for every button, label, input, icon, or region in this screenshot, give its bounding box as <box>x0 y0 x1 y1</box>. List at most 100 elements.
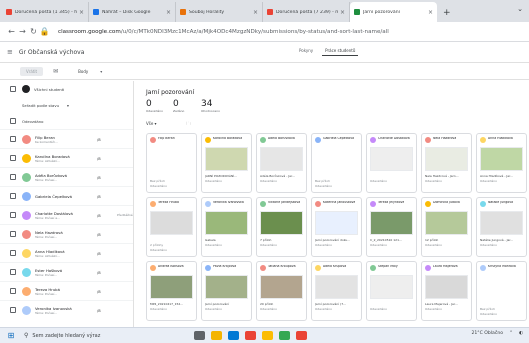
student-grade[interactable]: /8 <box>97 175 117 180</box>
section-checkbox[interactable] <box>10 118 16 124</box>
tab-instructions[interactable]: Pokyny <box>296 46 316 56</box>
submission-card[interactable]: Adéla Borůvková Adéla Borůvková - Jar... O… <box>256 133 307 193</box>
submission-card[interactable]: Pavla Krajčová Jarní pozorování Odevzdáno <box>201 261 252 321</box>
student-grade[interactable]: /8 <box>97 213 117 218</box>
attachment-thumbnail[interactable] <box>480 147 523 171</box>
folder-icon[interactable]: 🗀 <box>187 121 191 128</box>
attachment-thumbnail[interactable] <box>205 147 248 171</box>
forward-icon[interactable]: → <box>17 27 28 36</box>
student-checkbox[interactable] <box>10 288 16 294</box>
submission-card[interactable]: Veronika Ivanovská Gabela Odevzdáno <box>201 197 252 257</box>
student-row[interactable]: Adéla Borůvková Téma: Počasí.../8 <box>0 167 133 186</box>
new-tab-button[interactable]: + <box>443 8 451 18</box>
student-grade[interactable]: /8 <box>97 156 117 161</box>
browser-tab[interactable]: Doručená pošta (1 345) - hr... × <box>2 2 89 22</box>
student-checkbox[interactable] <box>10 307 16 313</box>
course-title[interactable]: Gr Občanská výchova <box>19 49 85 56</box>
submission-card[interactable]: Kristýna Mohrová Bez příloh Odevzdáno <box>476 261 527 321</box>
close-icon[interactable]: × <box>166 9 171 16</box>
close-icon[interactable]: × <box>428 9 433 16</box>
close-icon[interactable]: × <box>253 9 258 16</box>
submission-card[interactable]: Viktorie Jandejsková 7 příloh Odevzdáno <box>256 197 307 257</box>
url-input[interactable]: classroom.google.com/u/0/c/MTk0NDI3Mzc1M… <box>58 29 389 35</box>
student-checkbox[interactable] <box>10 212 16 218</box>
chrome-icon[interactable] <box>262 331 273 340</box>
student-checkbox[interactable] <box>10 269 16 275</box>
file-explorer-icon[interactable] <box>211 331 222 340</box>
attachment-thumbnail[interactable] <box>150 211 193 235</box>
tab-student-work[interactable]: Práce studentů <box>322 46 359 56</box>
submission-card[interactable]: Štěpán Malý Odevzdáno <box>366 261 417 321</box>
student-grade[interactable]: /8 <box>97 308 117 313</box>
attachment-thumbnail[interactable] <box>150 275 193 299</box>
back-icon[interactable]: ← <box>6 27 17 36</box>
app-red-icon[interactable] <box>296 331 307 340</box>
email-icon[interactable]: ✉ <box>53 68 58 75</box>
student-checkbox[interactable] <box>10 174 16 180</box>
student-row[interactable]: Nela Hazdrová Téma: Počasí.../8 <box>0 224 133 243</box>
student-checkbox[interactable] <box>10 231 16 237</box>
browser-tab[interactable]: Nahrát – Disk Google × <box>89 2 176 22</box>
attachment-thumbnail[interactable] <box>205 211 248 235</box>
select-all-checkbox[interactable] <box>10 86 16 92</box>
reload-icon[interactable]: ↻ <box>28 27 39 36</box>
student-grade[interactable]: /8 <box>97 251 117 256</box>
chevron-up-icon[interactable]: ⌃ <box>509 331 513 336</box>
taskview-icon[interactable] <box>194 331 205 340</box>
submission-card[interactable]: Filip Beran Bez příloh Odevzdáno <box>146 133 197 193</box>
edge-icon[interactable] <box>228 331 239 340</box>
windows-start-icon[interactable]: ⊞ <box>4 331 18 340</box>
student-row[interactable]: Charlotte Dostálová Téma: Počasí a.../8 Př… <box>0 205 133 224</box>
student-grade[interactable]: /8 <box>97 137 117 142</box>
attachment-thumbnail[interactable] <box>260 275 303 299</box>
student-row[interactable]: Ester Hošková Téma: Počasí.../8 <box>0 262 133 281</box>
office-icon[interactable] <box>245 331 256 340</box>
submission-card[interactable]: Tereza Hrubá 2 přílohy Odevzdáno <box>146 197 197 257</box>
return-button[interactable]: Vrátit <box>20 66 44 76</box>
student-row[interactable]: Tereza Hrubá Téma: Počasí.../8 <box>0 281 133 300</box>
submission-card[interactable]: Dominika Judová 12 příloh Odevzdáno <box>421 197 472 257</box>
submission-card[interactable]: Nela Hazdrová Nela Hazdrová - Jarn... Odev… <box>421 133 472 193</box>
menu-icon[interactable]: ≡ <box>7 48 13 56</box>
attachment-thumbnail[interactable] <box>260 211 303 235</box>
submission-card[interactable]: Tatiana Kroupová 20 příloh Odevzdáno <box>256 261 307 321</box>
student-grade[interactable]: /8 <box>97 270 117 275</box>
student-row[interactable]: Karolína Boradová Téma: Aktuální.../8 <box>0 148 133 167</box>
submission-card[interactable]: Anna Hladíková Anna Hladíková - Jar... Ode… <box>476 133 527 193</box>
student-grade[interactable]: /8 <box>97 232 117 237</box>
attachment-thumbnail[interactable] <box>425 275 468 299</box>
weather-label[interactable]: 21°C Oblačno <box>471 331 503 336</box>
attachment-thumbnail[interactable] <box>370 147 413 171</box>
submission-card[interactable]: Natálie Jungová Natálie Jungová - Jar... O… <box>476 197 527 257</box>
browser-tab[interactable]: Jarní pozorování × <box>350 2 437 22</box>
submission-card[interactable]: Adéla Krupová Jarní pozorování (7... Odevz… <box>311 261 362 321</box>
attachment-thumbnail[interactable] <box>205 275 248 299</box>
app-green-icon[interactable] <box>279 331 290 340</box>
close-icon[interactable]: × <box>79 9 84 16</box>
all-students-row[interactable]: Všichni studenti <box>0 81 133 97</box>
browser-tab[interactable]: Doručená pošta (7 239) - my...× <box>263 2 350 22</box>
network-icon[interactable]: ◐ <box>519 331 523 336</box>
attachment-thumbnail[interactable] <box>425 211 468 235</box>
submission-card[interactable]: Laura Majerová Laura Majerová - Jar... Ode… <box>421 261 472 321</box>
submission-card[interactable]: Andrea Kokšová MP4_20210417_152... Odevzdá… <box>146 261 197 321</box>
tab-search-icon[interactable]: ⌄ <box>517 5 523 13</box>
attachment-thumbnail[interactable] <box>315 275 358 299</box>
student-row[interactable]: Filip Beran Ke komentáři.../8 <box>0 129 133 148</box>
student-checkbox[interactable] <box>10 193 16 199</box>
attachment-thumbnail[interactable] <box>425 147 468 171</box>
taskbar-search[interactable]: ⚲ Sem zadejte hledaný výraz <box>24 330 144 342</box>
student-checkbox[interactable] <box>10 155 16 161</box>
chevron-down-icon[interactable]: ▾ <box>100 69 102 74</box>
student-row[interactable]: Veronika Ivanovská Téma: Počasí.../8 <box>0 300 133 319</box>
student-checkbox[interactable] <box>10 136 16 142</box>
close-icon[interactable]: × <box>340 9 345 16</box>
browser-tab[interactable]: Souboj Horality × <box>176 2 263 22</box>
submission-card[interactable]: Karolína Boradová JARNÍ POZOROVÁNÍ... Odev… <box>201 133 252 193</box>
student-grade[interactable]: /8 <box>97 194 117 199</box>
student-row[interactable]: Gabriela Čepelková/8 <box>0 186 133 205</box>
attachment-thumbnail[interactable] <box>315 211 358 235</box>
attachment-thumbnail[interactable] <box>480 211 523 235</box>
filter-dropdown[interactable]: Vše ▾ <box>146 121 157 128</box>
submission-card[interactable]: Tereza Jelýnková Ir_2_20210510 121... Odev… <box>366 197 417 257</box>
